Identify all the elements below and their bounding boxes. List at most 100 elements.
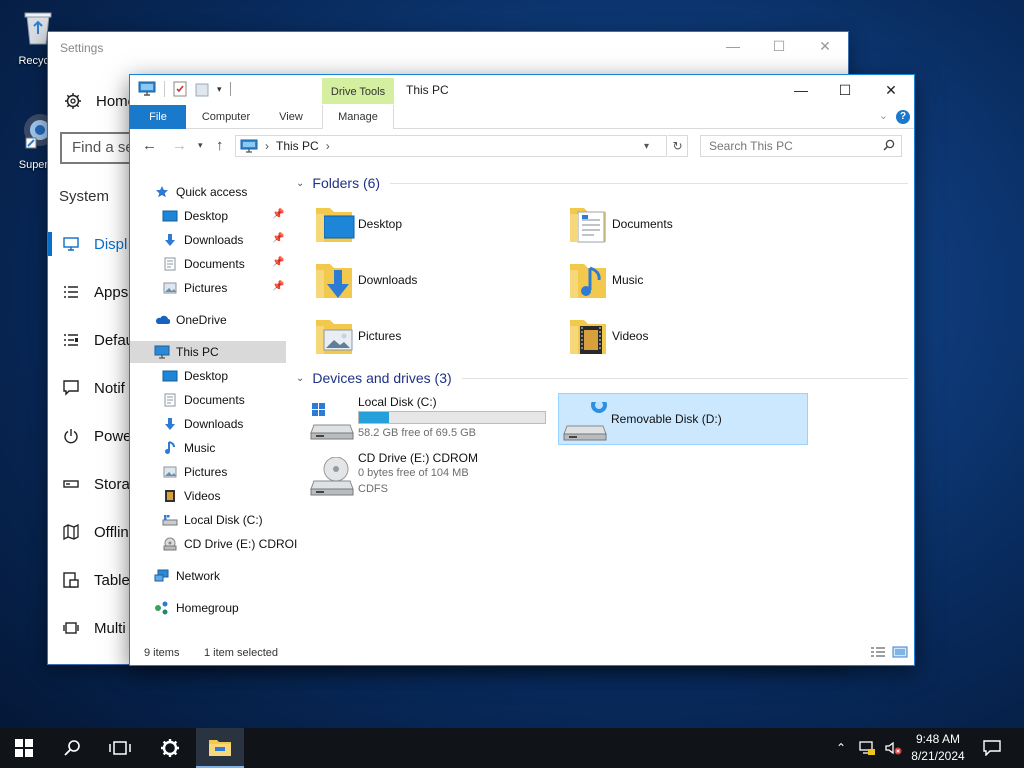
nav-label: Quick access — [176, 185, 248, 199]
settings-home-link[interactable]: Home — [64, 92, 136, 110]
nav-this-pc[interactable]: This PC — [130, 341, 286, 363]
nav-pc-desktop[interactable]: Desktop — [162, 365, 228, 387]
drive-tile-removable-disk-d[interactable]: Removable Disk (D:) — [558, 393, 808, 445]
folder-tile-downloads[interactable]: Downloads — [310, 255, 550, 305]
collapse-chevron-icon[interactable]: ⌄ — [296, 373, 304, 384]
list-icon — [64, 334, 78, 346]
file-explorer-icon — [209, 740, 231, 756]
breadcrumb-chevron-icon[interactable]: › — [326, 139, 330, 153]
large-icons-view-icon[interactable] — [892, 646, 908, 658]
nav-quick-access[interactable]: Quick access — [154, 181, 247, 203]
tab-manage[interactable]: Manage — [322, 105, 394, 129]
settings-item-multitasking[interactable]: Multi — [48, 612, 138, 644]
nav-pc-videos[interactable]: Videos — [162, 485, 220, 507]
pictures-folder-icon — [316, 320, 353, 354]
nav-quick-desktop[interactable]: Desktop — [162, 205, 228, 227]
folder-tile-music[interactable]: Music — [564, 255, 804, 305]
pin-icon[interactable]: 📌 — [272, 281, 284, 292]
search-input[interactable]: Search This PC — [700, 135, 902, 157]
collapse-chevron-icon[interactable]: ⌄ — [296, 178, 304, 189]
up-arrow-icon[interactable]: ↑ — [216, 137, 224, 154]
settings-item-offline-maps[interactable]: Offlin — [48, 516, 138, 548]
videos-folder-icon — [570, 320, 606, 354]
settings-item-apps[interactable]: Apps — [48, 276, 138, 308]
nav-pc-pictures[interactable]: Pictures — [162, 461, 227, 483]
pin-icon[interactable]: 📌 — [272, 233, 284, 244]
nav-network[interactable]: Network — [154, 565, 220, 587]
customize-quick-access-icon[interactable]: ▾ — [217, 84, 222, 95]
properties-icon[interactable] — [173, 81, 187, 97]
drive-tile-cd-drive-e[interactable]: CD Drive (E:) CDROM 0 bytes free of 104 … — [306, 449, 556, 501]
settings-maximize-button[interactable]: ☐ — [756, 38, 802, 58]
folder-tile-desktop[interactable]: Desktop — [310, 199, 550, 249]
settings-item-storage[interactable]: Stora — [48, 468, 138, 500]
desktop-folder-icon — [162, 210, 178, 222]
nav-quick-downloads[interactable]: Downloads — [162, 229, 243, 251]
videos-icon — [165, 490, 175, 502]
nav-pc-downloads[interactable]: Downloads — [162, 413, 243, 435]
nav-pc-local-disk[interactable]: Local Disk (C:) — [162, 509, 263, 531]
nav-homegroup[interactable]: Homegroup — [154, 597, 239, 619]
status-bar: 9 items 1 item selected — [130, 641, 914, 665]
show-hidden-icons-chevron-icon[interactable]: ⌃ — [836, 741, 846, 755]
nav-onedrive[interactable]: OneDrive — [154, 309, 227, 331]
network-status-icon[interactable] — [858, 740, 876, 756]
maximize-button[interactable]: ☐ — [822, 75, 868, 105]
downloads-folder-icon — [316, 264, 352, 298]
action-center-button[interactable] — [968, 728, 1016, 768]
refresh-icon[interactable]: ↻ — [668, 135, 688, 157]
settings-item-default-apps[interactable]: Defau — [48, 324, 138, 356]
folder-tile-pictures[interactable]: Pictures — [310, 311, 550, 361]
settings-close-button[interactable]: ✕ — [802, 38, 848, 58]
close-button[interactable]: ✕ — [868, 75, 914, 105]
taskbar-settings-app[interactable] — [146, 728, 194, 768]
drive-name: CD Drive (E:) CDROM — [358, 451, 478, 465]
settings-item-label: Notif — [94, 379, 125, 397]
settings-item-tablet-mode[interactable]: Table — [48, 564, 138, 596]
nav-quick-pictures[interactable]: Pictures — [162, 277, 227, 299]
notification-icon — [63, 380, 79, 396]
tab-file[interactable]: File — [130, 105, 186, 129]
nav-pc-documents[interactable]: Documents — [162, 389, 245, 411]
settings-item-power[interactable]: Powe — [48, 420, 138, 452]
back-arrow-icon[interactable]: ← — [142, 137, 157, 154]
nav-pc-music[interactable]: Music — [162, 437, 215, 459]
start-button[interactable] — [0, 728, 48, 768]
devices-group-header[interactable]: ⌄ Devices and drives (3) — [296, 370, 908, 386]
nav-quick-documents[interactable]: Documents — [162, 253, 245, 275]
desktop-folder-icon — [162, 370, 178, 382]
pin-icon[interactable]: 📌 — [272, 257, 284, 268]
address-bar[interactable]: › This PC › — [235, 135, 667, 157]
folder-tile-documents[interactable]: Documents — [564, 199, 804, 249]
address-dropdown-icon[interactable]: ▾ — [644, 141, 649, 152]
tab-computer[interactable]: Computer — [192, 105, 260, 129]
minimize-button[interactable]: — — [778, 75, 824, 105]
folders-group-header[interactable]: ⌄ Folders (6) — [296, 175, 908, 191]
taskbar-file-explorer-app[interactable] — [196, 728, 244, 768]
recent-locations-chevron-icon[interactable]: ▾ — [198, 140, 203, 151]
pin-icon[interactable]: 📌 — [272, 209, 284, 220]
address-row: ← → ▾ ↑ › This PC › ▾ ↻ Search This PC — [130, 131, 914, 163]
help-icon[interactable]: ? — [896, 110, 910, 124]
folder-tile-videos[interactable]: Videos — [564, 311, 804, 361]
nav-label: Downloads — [184, 233, 244, 247]
drive-tile-local-disk-c[interactable]: Local Disk (C:) 58.2 GB free of 69.5 GB — [306, 393, 556, 445]
search-button[interactable] — [48, 728, 96, 768]
settings-item-notifications[interactable]: Notif — [48, 372, 138, 404]
settings-item-display[interactable]: Displ — [48, 228, 138, 260]
drive-free-space: 58.2 GB free of 69.5 GB — [358, 427, 477, 439]
this-pc-icon[interactable] — [138, 81, 156, 97]
power-icon — [64, 429, 78, 444]
forward-arrow-icon[interactable]: → — [172, 137, 187, 154]
tab-view[interactable]: View — [268, 105, 314, 129]
file-explorer-window[interactable]: ▾ Drive Tools This PC — ☐ ✕ File Compute… — [129, 74, 915, 666]
details-view-icon[interactable] — [870, 646, 886, 658]
taskbar-clock[interactable]: 9:48 AM 8/21/2024 — [900, 731, 976, 765]
breadcrumb-chevron-icon[interactable]: › — [265, 139, 269, 153]
new-folder-icon[interactable] — [195, 81, 209, 97]
breadcrumb-this-pc[interactable]: This PC — [276, 139, 319, 153]
task-view-button[interactable] — [96, 728, 144, 768]
settings-minimize-button[interactable]: — — [710, 38, 756, 58]
nav-pc-cd-drive[interactable]: CD Drive (E:) CDROI — [162, 533, 297, 555]
expand-ribbon-chevron-icon[interactable]: ⌄ — [879, 109, 888, 122]
